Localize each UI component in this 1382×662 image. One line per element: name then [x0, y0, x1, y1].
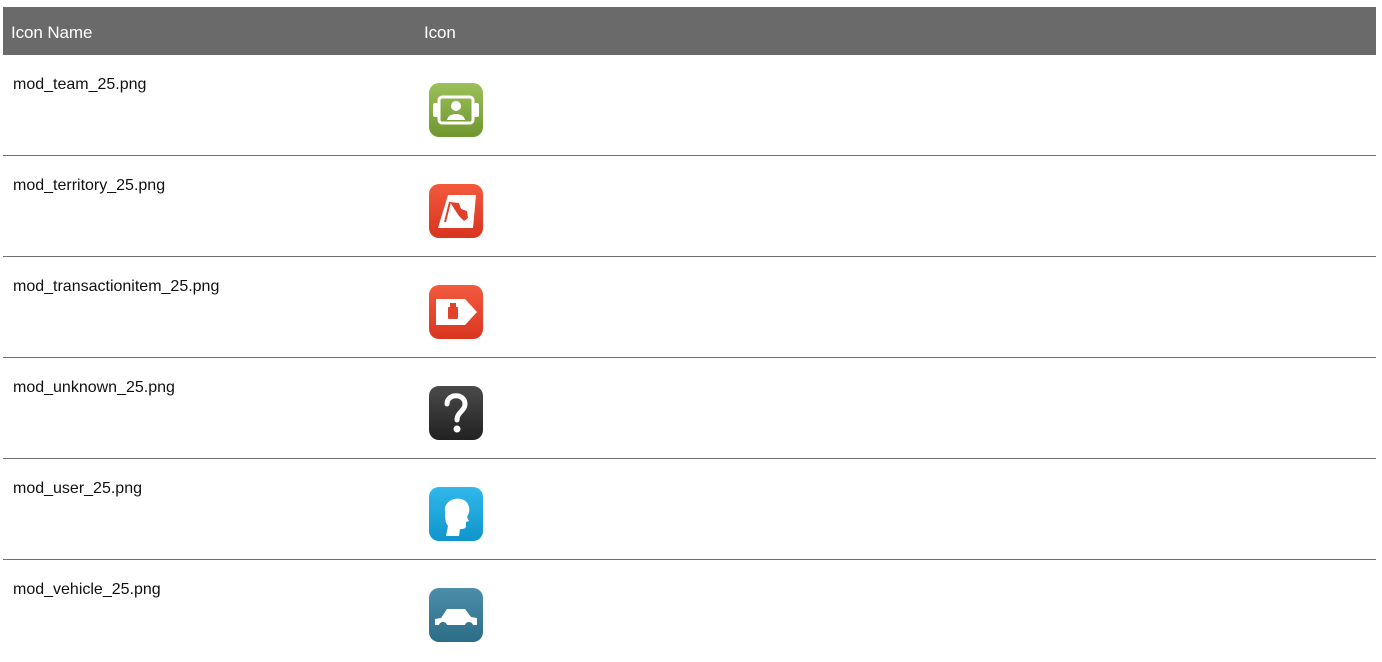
icon-file-name: mod_unknown_25.png — [13, 379, 175, 396]
icon-file-name: mod_team_25.png — [13, 76, 147, 93]
transaction-item-icon — [421, 277, 491, 347]
table-row: mod_transactionitem_25.png — [3, 257, 1376, 358]
icon-file-name: mod_vehicle_25.png — [13, 581, 161, 598]
team-icon — [421, 75, 491, 145]
icon-table: Icon Name Icon mod_team_25.png mod_terri… — [3, 7, 1376, 661]
table-row: mod_unknown_25.png — [3, 358, 1376, 459]
table-header: Icon Name Icon — [3, 7, 1376, 55]
column-header-icon-name: Icon Name — [11, 23, 93, 42]
table-row: mod_vehicle_25.png — [3, 560, 1376, 661]
vehicle-icon — [421, 580, 491, 650]
table-row: mod_territory_25.png — [3, 156, 1376, 257]
table-row: mod_team_25.png — [3, 55, 1376, 156]
column-header-icon: Icon — [424, 23, 456, 42]
territory-icon — [421, 176, 491, 246]
user-icon — [421, 479, 491, 549]
icon-file-name: mod_user_25.png — [13, 480, 142, 497]
icon-file-name: mod_territory_25.png — [13, 177, 166, 194]
unknown-icon — [421, 378, 491, 448]
icon-file-name: mod_transactionitem_25.png — [13, 278, 220, 295]
table-row: mod_user_25.png — [3, 459, 1376, 560]
